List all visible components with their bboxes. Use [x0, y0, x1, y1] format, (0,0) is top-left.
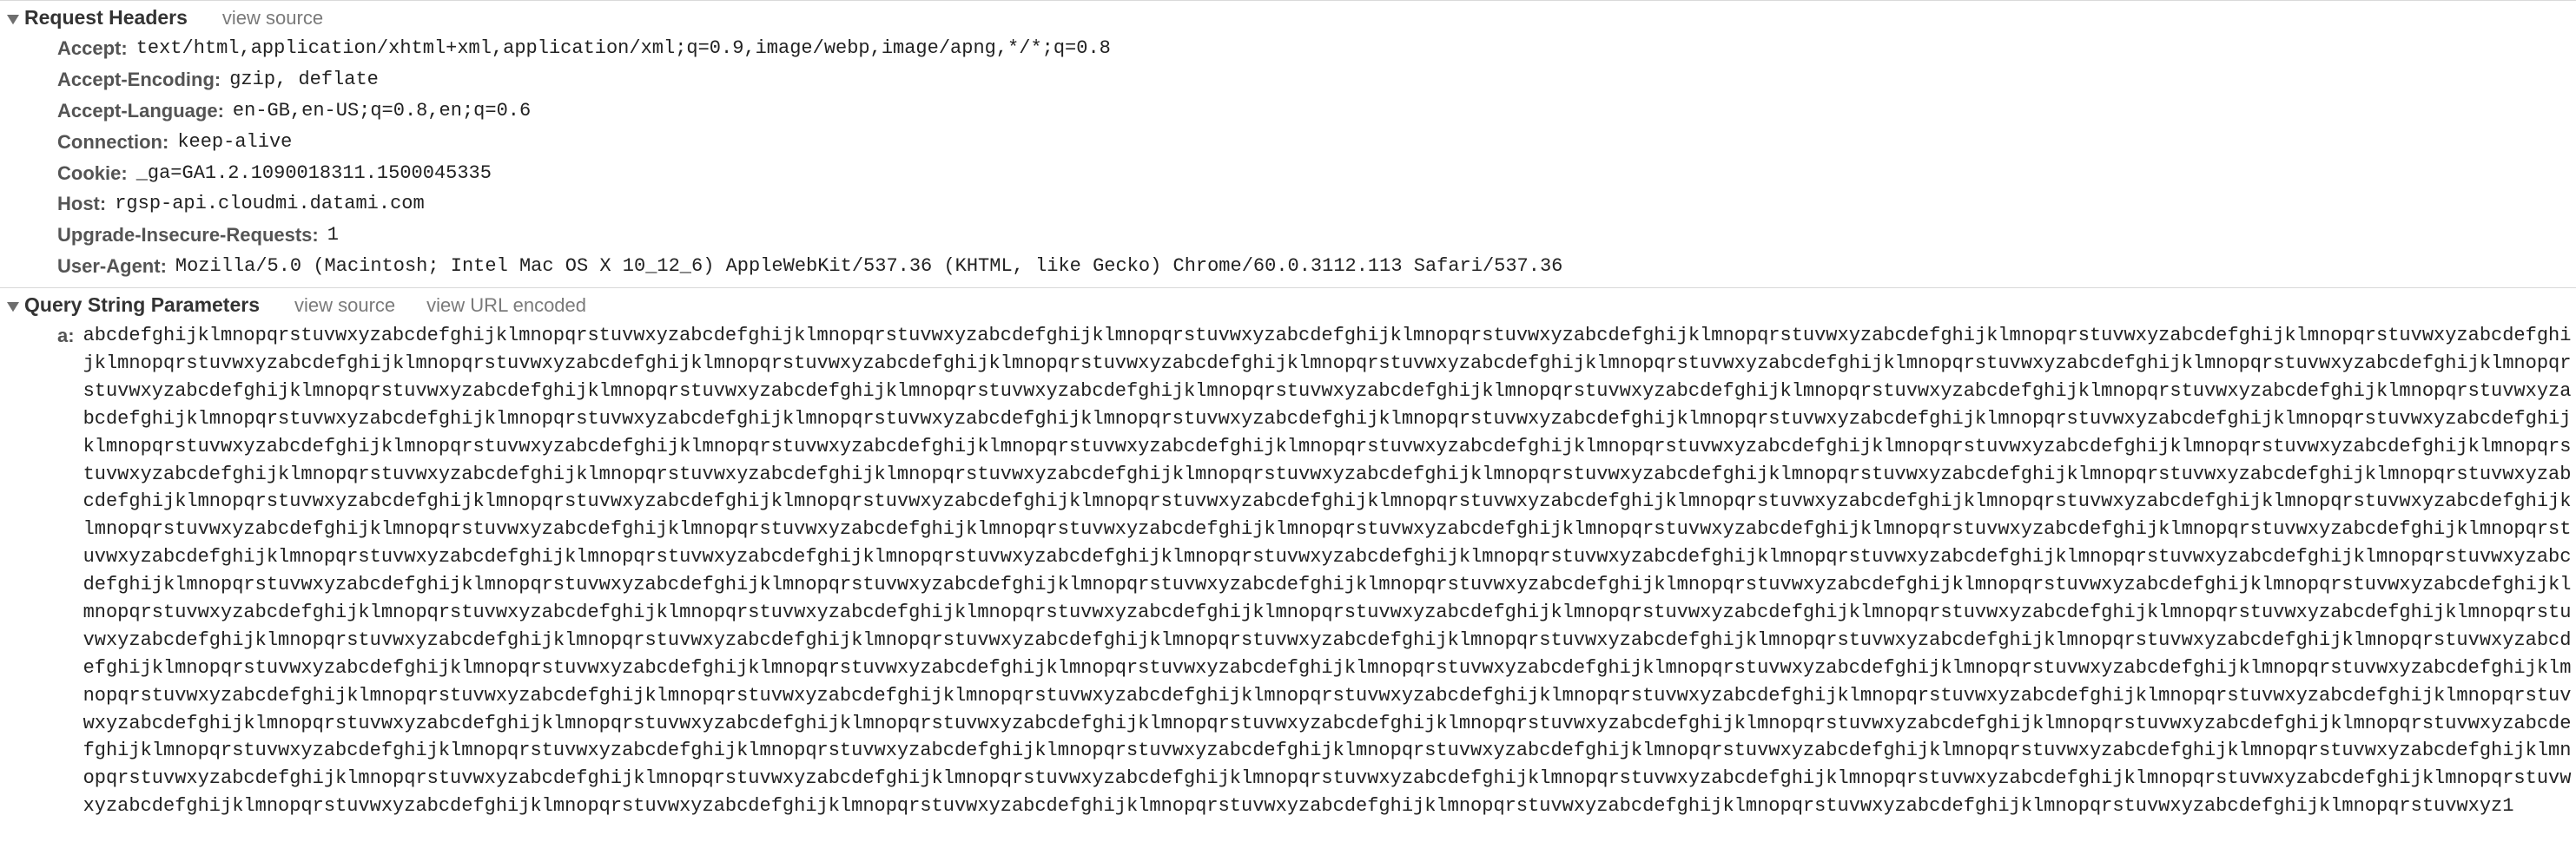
header-value: abcdefghijklmnopqrstuvwxyzabcdefghijklmn…	[83, 322, 2576, 820]
header-value: en-GB,en-US;q=0.8,en;q=0.6	[233, 97, 2576, 125]
query-string-title: Query String Parameters	[24, 293, 260, 317]
header-key: Accept	[57, 35, 128, 62]
header-value: 1	[327, 221, 2576, 249]
header-key: Connection	[57, 128, 168, 156]
disclosure-triangle-icon[interactable]	[7, 297, 21, 311]
header-value: Mozilla/5.0 (Macintosh; Intel Mac OS X 1…	[175, 253, 2576, 280]
header-value: text/html,application/xhtml+xml,applicat…	[136, 35, 2576, 62]
header-value: gzip, deflate	[229, 66, 2576, 94]
header-key: Accept-Encoding	[57, 66, 221, 94]
request-header-row: Accept-Encoding gzip, deflate	[0, 64, 2576, 95]
header-key: Upgrade-Insecure-Requests	[57, 221, 319, 249]
request-headers-title: Request Headers	[24, 6, 188, 30]
request-headers-section: Request Headers view source Accept text/h…	[0, 0, 2576, 287]
header-value: rgsp-api.cloudmi.datami.com	[115, 190, 2576, 218]
request-header-row: Accept text/html,application/xhtml+xml,ap…	[0, 33, 2576, 64]
query-string-section: Query String Parameters view source view…	[0, 287, 2576, 827]
request-header-row: Upgrade-Insecure-Requests 1	[0, 220, 2576, 251]
disclosure-triangle-icon[interactable]	[7, 10, 21, 23]
request-headers-rows: Accept text/html,application/xhtml+xml,ap…	[0, 33, 2576, 282]
request-header-row: User-Agent Mozilla/5.0 (Macintosh; Intel …	[0, 251, 2576, 282]
header-value: keep-alive	[177, 128, 2576, 156]
view-source-link[interactable]: view source	[222, 7, 323, 30]
header-key: Cookie	[57, 160, 128, 187]
view-url-encoded-link[interactable]: view URL encoded	[426, 294, 586, 317]
query-string-row: a abcdefghijklmnopqrstuvwxyzabcdefghijklm…	[0, 320, 2576, 822]
query-string-rows: a abcdefghijklmnopqrstuvwxyzabcdefghijklm…	[0, 320, 2576, 822]
header-key: Accept-Language	[57, 97, 224, 125]
header-value: _ga=GA1.2.1090018311.1500045335	[136, 160, 2576, 187]
request-header-row: Accept-Language en-GB,en-US;q=0.8,en;q=0.…	[0, 95, 2576, 127]
header-key: a	[57, 322, 75, 350]
header-key: User-Agent	[57, 253, 167, 280]
view-source-link[interactable]: view source	[294, 294, 395, 317]
request-header-row: Cookie _ga=GA1.2.1090018311.1500045335	[0, 158, 2576, 189]
query-string-header: Query String Parameters view source view…	[0, 292, 2576, 320]
header-key: Host	[57, 190, 106, 218]
request-header-row: Connection keep-alive	[0, 127, 2576, 158]
request-header-row: Host rgsp-api.cloudmi.datami.com	[0, 188, 2576, 220]
request-headers-header: Request Headers view source	[0, 4, 2576, 33]
